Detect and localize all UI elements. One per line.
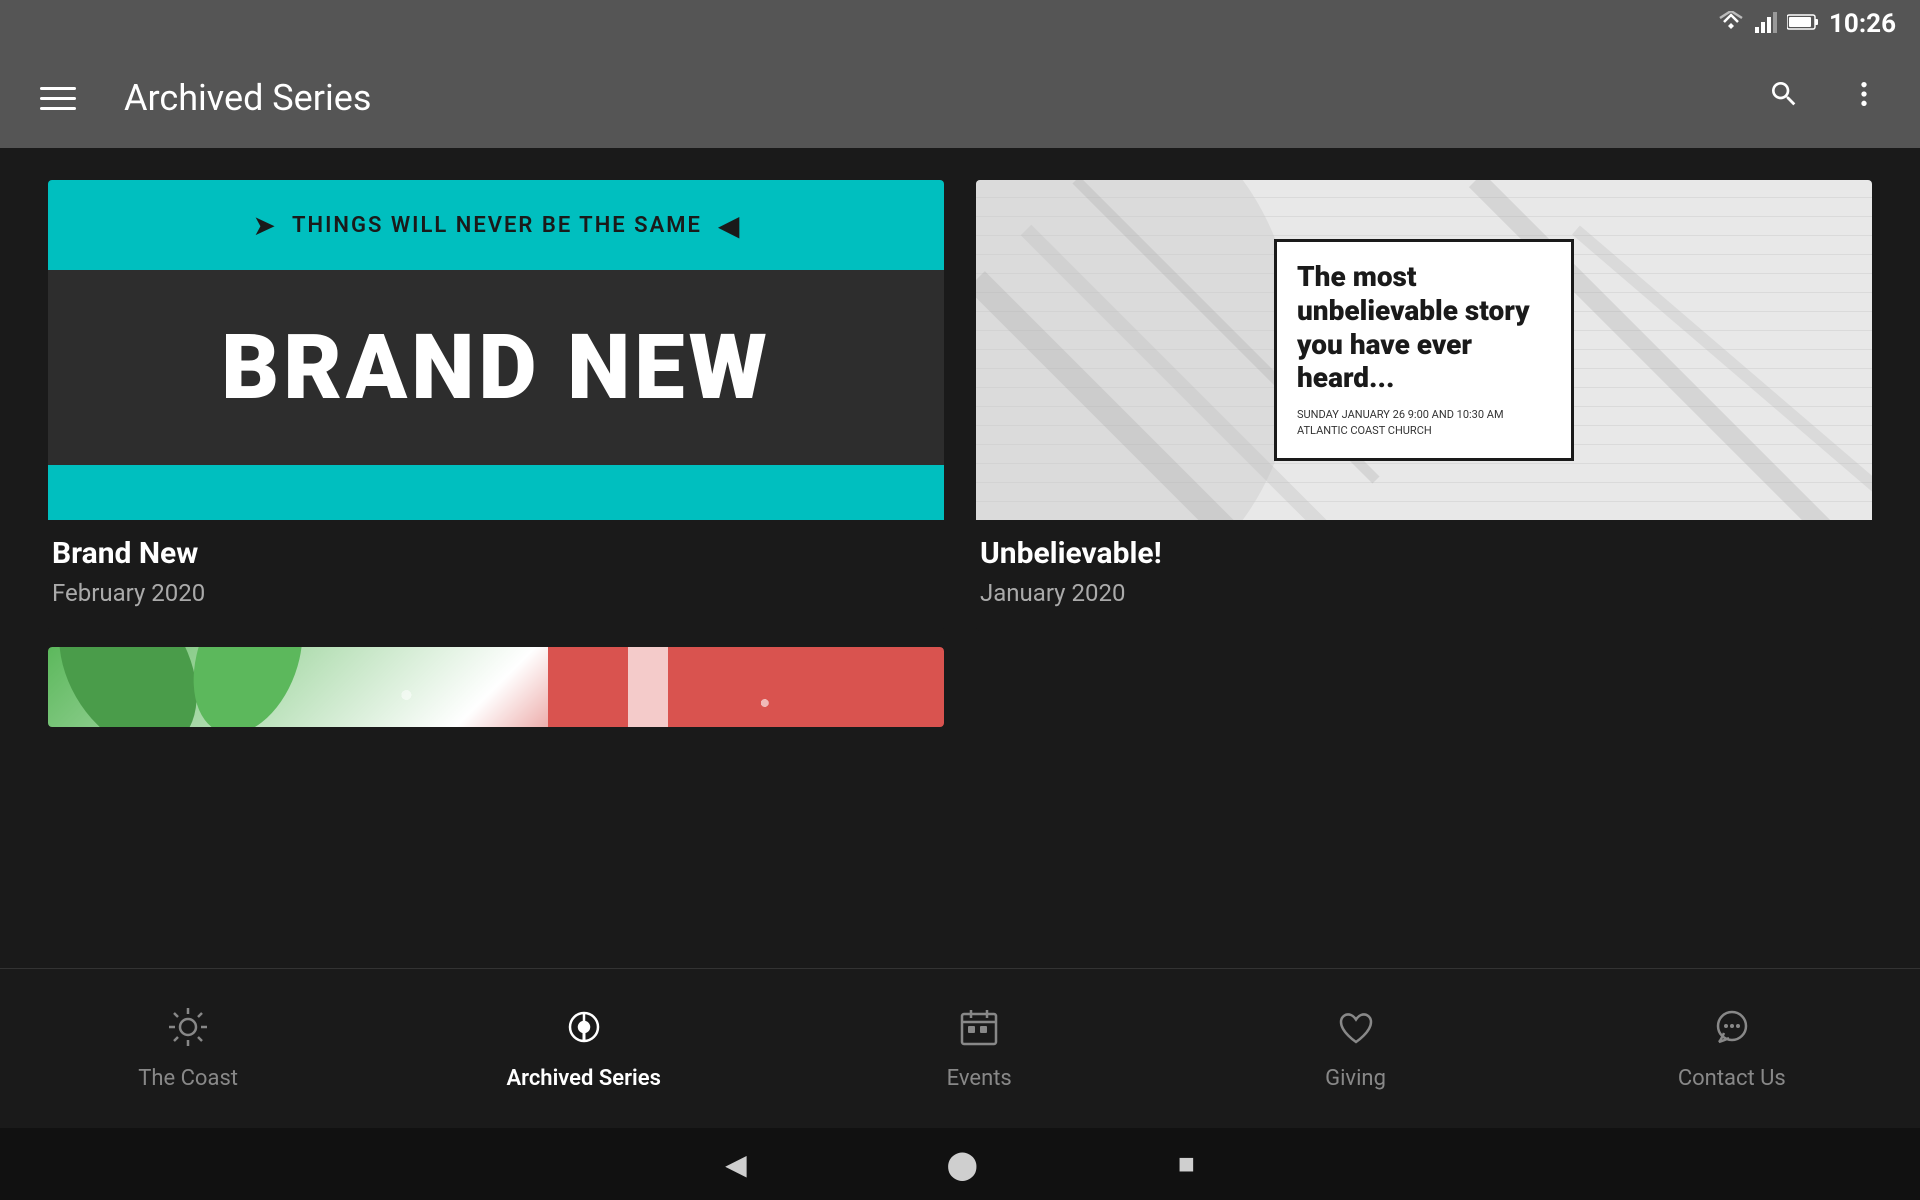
archived-series-icon	[563, 1006, 605, 1058]
contact-us-icon	[1711, 1006, 1753, 1058]
more-options-button[interactable]	[1840, 70, 1888, 126]
christmas-svg	[48, 647, 944, 727]
app-bar: Archived Series	[0, 48, 1920, 148]
search-button[interactable]	[1760, 70, 1808, 126]
events-icon	[958, 1006, 1000, 1058]
cards-grid: ➤ THINGS WILL NEVER BE THE SAME ◀ BRAND …	[48, 180, 1872, 631]
home-button[interactable]: ⬤	[947, 1148, 978, 1181]
system-nav-bar: ◀ ⬤ ■	[0, 1128, 1920, 1200]
status-icons: 10:26	[1717, 9, 1896, 39]
card-unbelievable-title: Unbelievable!	[980, 536, 1868, 571]
newspaper-box-main-text: The most unbelievable story you have eve…	[1297, 260, 1551, 394]
nav-label-archived-series: Archived Series	[506, 1066, 660, 1091]
nav-item-giving[interactable]: Giving	[1266, 998, 1446, 1099]
brand-new-main-text: BRAND NEW	[221, 315, 771, 420]
menu-button[interactable]	[32, 79, 84, 118]
arrow-left-icon: ◀	[718, 209, 740, 242]
card-unbelievable-info: Unbelievable! January 2020	[976, 520, 1872, 631]
nav-label-the-coast: The Coast	[138, 1066, 238, 1091]
arrow-right-icon: ➤	[253, 209, 276, 242]
card-unbelievable-image: The most unbelievable story you have eve…	[976, 180, 1872, 520]
search-icon	[1768, 78, 1800, 110]
hamburger-line	[40, 97, 76, 100]
bottom-nav: The Coast Archived Series Event	[0, 968, 1920, 1128]
nav-item-the-coast[interactable]: The Coast	[98, 998, 278, 1099]
empty-grid-cell	[976, 647, 1872, 727]
nav-item-events[interactable]: Events	[889, 998, 1069, 1099]
card-unbelievable[interactable]: The most unbelievable story you have eve…	[976, 180, 1872, 631]
brand-new-top-bar: ➤ THINGS WILL NEVER BE THE SAME ◀	[48, 180, 944, 270]
brand-new-bottom-bar	[48, 465, 944, 520]
back-button[interactable]: ◀	[725, 1148, 747, 1181]
card-unbelievable-date: January 2020	[980, 579, 1868, 607]
nav-item-archived-series[interactable]: Archived Series	[474, 998, 692, 1099]
nav-label-events: Events	[947, 1066, 1012, 1091]
wifi-icon	[1717, 11, 1745, 37]
card-brand-new-info: Brand New February 2020	[48, 520, 944, 631]
brand-new-tagline: THINGS WILL NEVER BE THE SAME	[292, 213, 702, 238]
more-vertical-icon	[1848, 78, 1880, 110]
newspaper-box: The most unbelievable story you have eve…	[1274, 239, 1574, 460]
hamburger-line	[40, 87, 76, 90]
main-content: ➤ THINGS WILL NEVER BE THE SAME ◀ BRAND …	[0, 148, 1920, 968]
app-bar-actions	[1760, 70, 1888, 126]
recents-button[interactable]: ■	[1178, 1148, 1195, 1180]
nav-item-contact-us[interactable]: Contact Us	[1642, 998, 1822, 1099]
newspaper-box-sub-text: SUNDAY JANUARY 26 9:00 AND 10:30 AM ATLA…	[1297, 407, 1551, 440]
page-title: Archived Series	[124, 77, 1720, 119]
nav-label-contact-us: Contact Us	[1678, 1066, 1786, 1091]
card-brand-new[interactable]: ➤ THINGS WILL NEVER BE THE SAME ◀ BRAND …	[48, 180, 944, 631]
card-brand-new-date: February 2020	[52, 579, 940, 607]
unbelievable-artwork: The most unbelievable story you have eve…	[976, 180, 1872, 520]
status-bar: 10:26	[0, 0, 1920, 48]
card-partial-image	[48, 647, 944, 727]
card-brand-new-image: ➤ THINGS WILL NEVER BE THE SAME ◀ BRAND …	[48, 180, 944, 520]
signal-icon	[1755, 11, 1777, 37]
battery-icon	[1787, 13, 1819, 35]
card-partial-christmas[interactable]	[48, 647, 944, 727]
giving-icon	[1335, 1006, 1377, 1058]
partial-cards-row	[48, 647, 1872, 727]
card-brand-new-title: Brand New	[52, 536, 940, 571]
brand-new-middle: BRAND NEW	[48, 270, 944, 465]
brand-new-artwork: ➤ THINGS WILL NEVER BE THE SAME ◀ BRAND …	[48, 180, 944, 520]
the-coast-icon	[167, 1006, 209, 1058]
nav-label-giving: Giving	[1325, 1066, 1386, 1091]
status-time: 10:26	[1829, 9, 1896, 39]
hamburger-line	[40, 107, 76, 110]
